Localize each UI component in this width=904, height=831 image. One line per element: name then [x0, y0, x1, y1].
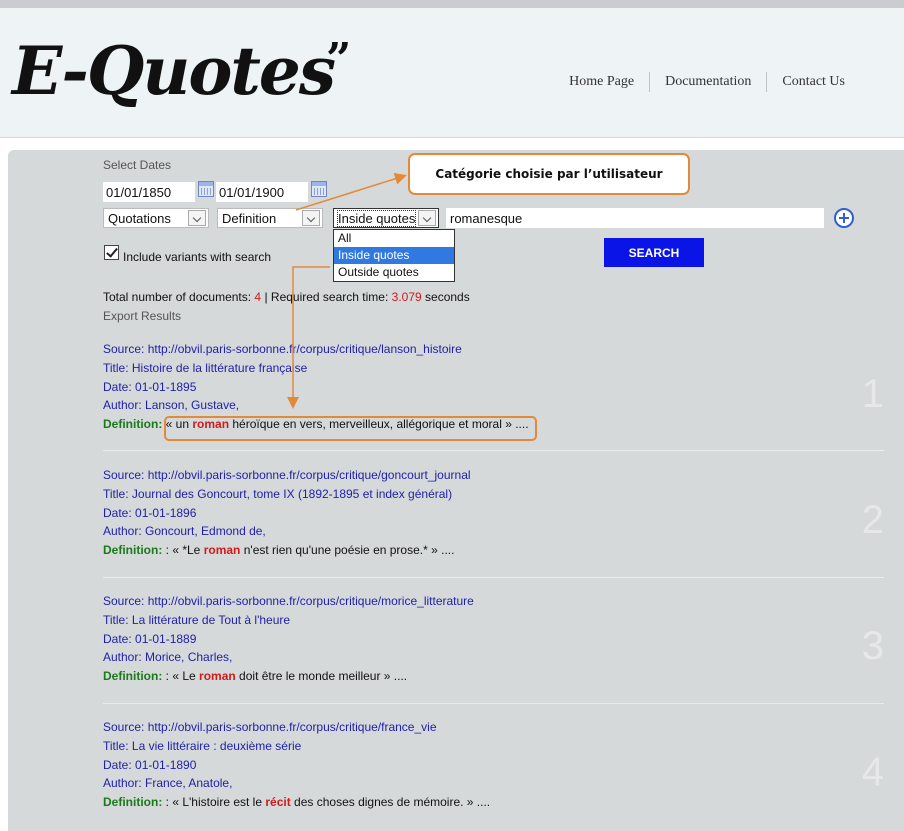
nav-documentation-link[interactable]: Documentation	[649, 72, 766, 92]
definition-text-post: n'est rien qu'une poésie en prose.* » ..…	[240, 543, 455, 558]
result-source-link[interactable]: Source: http://obvil.paris-sorbonne.fr/c…	[103, 718, 884, 737]
result-author: Author: France, Anatole,	[103, 776, 233, 791]
export-results-link[interactable]: Export Results	[103, 309, 181, 323]
result-date: Date: 01-01-1896	[103, 505, 197, 520]
definition-label: Definition:	[103, 669, 163, 684]
result-source-link[interactable]: Source: http://obvil.paris-sorbonne.fr/c…	[103, 466, 884, 485]
result-definition: Definition: : « L'histoire est le récit …	[103, 793, 884, 812]
result-date: Date: 01-01-1889	[103, 631, 197, 646]
result-number: 4	[861, 750, 884, 794]
scope-select-value: Inside quotes	[336, 210, 417, 227]
annotation-callout: Catégorie choisie par l’utilisateur	[408, 153, 690, 195]
select-dates-label: Select Dates	[103, 158, 172, 172]
result-divider	[103, 450, 884, 451]
scope-dropdown-list: All Inside quotes Outside quotes	[333, 229, 455, 282]
field-select-value: Definition	[222, 211, 277, 226]
logo-quote-mark: ”	[326, 34, 352, 85]
result-divider	[103, 703, 884, 704]
result-date: Date: 01-01-1890	[103, 757, 197, 772]
chevron-down-icon[interactable]	[418, 210, 436, 226]
calendar-icon[interactable]	[311, 181, 327, 197]
result-author: Author: Morice, Charles,	[103, 650, 233, 665]
field-select[interactable]: Definition	[217, 208, 323, 228]
site-header: E-Quotes ” Home Page Documentation Conta…	[0, 8, 904, 138]
result-title[interactable]: Title: La littérature de Tout à l'heure	[103, 611, 884, 630]
result-title[interactable]: Title: Journal des Goncourt, tome IX (18…	[103, 485, 884, 504]
result-item: Source: http://obvil.paris-sorbonne.fr/c…	[103, 718, 884, 831]
result-definition: Definition: : « *Le roman n'est rien qu'…	[103, 541, 884, 560]
result-item: Source: http://obvil.paris-sorbonne.fr/c…	[103, 592, 884, 718]
result-source-link[interactable]: Source: http://obvil.paris-sorbonne.fr/c…	[103, 340, 884, 359]
result-date: Date: 01-01-1895	[103, 379, 197, 394]
scope-option-all[interactable]: All	[334, 230, 454, 247]
chevron-down-icon[interactable]	[302, 210, 320, 226]
result-item: Source: http://obvil.paris-sorbonne.fr/c…	[103, 466, 884, 592]
definition-highlight: roman	[203, 543, 241, 558]
definition-text-pre: : « Le	[162, 669, 200, 684]
include-variants-label: Include variants with search	[123, 250, 272, 264]
definition-text-pre: : « L'histoire est le	[162, 795, 266, 810]
nav-contact-link[interactable]: Contact Us	[766, 72, 860, 92]
chevron-down-icon[interactable]	[188, 210, 206, 226]
result-title[interactable]: Title: La vie littéraire : deuxième séri…	[103, 737, 884, 756]
results-summary: Total number of documents: 4 | Required …	[103, 290, 470, 304]
definition-text-post: des choses dignes de mémoire. » ....	[290, 795, 491, 810]
result-item: Source: http://obvil.paris-sorbonne.fr/c…	[103, 340, 884, 466]
main-nav: Home Page Documentation Contact Us	[554, 72, 860, 92]
definition-text-post: doit être le monde meilleur » ....	[235, 669, 408, 684]
definition-highlight: récit	[265, 795, 291, 810]
total-label: Total number of documents:	[103, 290, 252, 304]
nav-home-link[interactable]: Home Page	[554, 72, 649, 92]
definition-label: Definition:	[103, 417, 163, 432]
date-to-input[interactable]: 01/01/1900	[216, 182, 308, 202]
top-bar	[0, 0, 904, 8]
scope-select[interactable]: Inside quotes	[333, 208, 439, 228]
result-divider	[103, 577, 884, 578]
definition-label: Definition:	[103, 543, 163, 558]
result-number: 3	[861, 624, 884, 668]
result-number: 1	[861, 372, 884, 416]
type-select-value: Quotations	[108, 211, 171, 226]
definition-label: Definition:	[103, 795, 163, 810]
scope-option-inside-quotes[interactable]: Inside quotes	[334, 247, 454, 264]
scope-option-outside-quotes[interactable]: Outside quotes	[334, 264, 454, 281]
time-value: 3.079	[391, 290, 422, 304]
search-button[interactable]: SEARCH	[604, 238, 704, 267]
result-author: Author: Lanson, Gustave,	[103, 398, 240, 413]
result-source-link[interactable]: Source: http://obvil.paris-sorbonne.fr/c…	[103, 592, 884, 611]
add-criteria-icon[interactable]	[834, 208, 854, 228]
definition-highlight: roman	[199, 669, 236, 684]
result-author: Author: Goncourt, Edmond de,	[103, 524, 266, 539]
type-select[interactable]: Quotations	[103, 208, 209, 228]
time-label: | Required search time:	[264, 290, 389, 304]
result-title[interactable]: Title: Histoire de la littérature frança…	[103, 359, 884, 378]
total-value: 4	[254, 290, 262, 304]
date-from-input[interactable]: 01/01/1850	[103, 182, 195, 202]
time-unit: seconds	[425, 290, 470, 304]
definition-text-pre: : « *Le	[162, 543, 204, 558]
result-definition: Definition: : « Le roman doit être le mo…	[103, 667, 884, 686]
search-input[interactable]: romanesque	[446, 208, 824, 228]
site-logo[interactable]: E-Quotes	[12, 38, 336, 104]
include-variants-checkbox[interactable]	[104, 245, 119, 260]
result-number: 2	[861, 498, 884, 542]
annotation-highlight-box	[164, 416, 537, 441]
search-panel: Select Dates 01/01/1850 01/01/1900 Quota…	[8, 150, 904, 831]
calendar-icon[interactable]	[198, 181, 214, 197]
